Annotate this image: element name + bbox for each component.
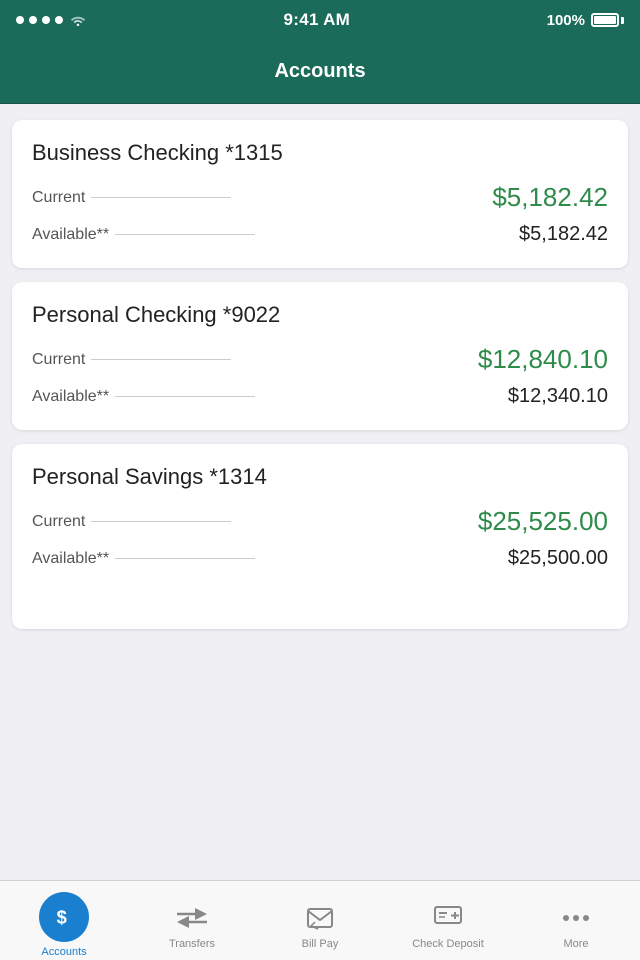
current-label-3: Current — [32, 513, 231, 531]
available-label-1: Available** — [32, 226, 255, 244]
available-balance-row-1: Available** $5,182.42 — [32, 223, 608, 246]
nav-bar: Accounts — [0, 40, 640, 104]
bill-pay-icon-wrap — [304, 902, 336, 934]
account-name-business-checking: Business Checking *1315 — [32, 140, 608, 166]
more-icon-wrap — [560, 902, 592, 934]
transfers-icon-wrap — [176, 902, 208, 934]
current-amount-1: $5,182.42 — [492, 182, 608, 213]
status-left — [16, 13, 87, 27]
bill-pay-icon — [306, 905, 334, 931]
tab-accounts[interactable]: $ Accounts — [0, 884, 128, 958]
dollar-icon: $ — [53, 906, 75, 928]
available-label-3: Available** — [32, 550, 255, 568]
account-card-personal-checking[interactable]: Personal Checking *9022 Current $12,840.… — [12, 282, 628, 430]
current-amount-3: $25,525.00 — [478, 506, 608, 537]
tab-more[interactable]: More — [512, 892, 640, 950]
available-balance-row-3: Available** $25,500.00 — [32, 547, 608, 570]
tab-bill-pay[interactable]: Bill Pay — [256, 892, 384, 950]
available-balance-row-2: Available** $12,340.10 — [32, 385, 608, 408]
available-amount-3: $25,500.00 — [508, 547, 608, 570]
accounts-list: Business Checking *1315 Current $5,182.4… — [0, 104, 640, 880]
tab-more-label: More — [563, 938, 588, 950]
tab-transfers[interactable]: Transfers — [128, 892, 256, 950]
tab-accounts-label: Accounts — [41, 946, 86, 958]
status-time: 9:41 AM — [283, 10, 350, 30]
tab-bar: $ Accounts Transfers Bill Pay — [0, 880, 640, 960]
tab-bill-pay-label: Bill Pay — [302, 938, 339, 950]
current-balance-row-3: Current $25,525.00 — [32, 506, 608, 537]
check-deposit-icon — [433, 905, 463, 931]
account-name-personal-savings: Personal Savings *1314 — [32, 464, 608, 490]
account-card-personal-savings[interactable]: Personal Savings *1314 Current $25,525.0… — [12, 444, 628, 629]
current-label-1: Current — [32, 189, 231, 207]
current-label-2: Current — [32, 351, 231, 369]
more-dots-icon — [562, 914, 590, 922]
check-deposit-icon-wrap — [432, 902, 464, 934]
current-balance-row-2: Current $12,840.10 — [32, 344, 608, 375]
current-balance-row-1: Current $5,182.42 — [32, 182, 608, 213]
transfers-icon — [177, 906, 207, 930]
signal-dots — [16, 16, 63, 24]
tab-transfers-label: Transfers — [169, 938, 215, 950]
available-amount-2: $12,340.10 — [508, 385, 608, 408]
current-amount-2: $12,840.10 — [478, 344, 608, 375]
page-title: Accounts — [274, 60, 365, 83]
accounts-tab-icon-bg: $ — [39, 892, 89, 942]
account-card-business-checking[interactable]: Business Checking *1315 Current $5,182.4… — [12, 120, 628, 268]
status-right: 100% — [547, 12, 624, 29]
status-bar: 9:41 AM 100% — [0, 0, 640, 40]
svg-text:$: $ — [57, 906, 67, 927]
available-amount-1: $5,182.42 — [519, 223, 608, 246]
wifi-icon — [69, 13, 87, 27]
tab-check-deposit[interactable]: Check Deposit — [384, 892, 512, 950]
battery-icon — [591, 13, 624, 27]
account-name-personal-checking: Personal Checking *9022 — [32, 302, 608, 328]
available-label-2: Available** — [32, 388, 255, 406]
battery-percent: 100% — [547, 12, 585, 29]
tab-check-deposit-label: Check Deposit — [412, 938, 484, 950]
